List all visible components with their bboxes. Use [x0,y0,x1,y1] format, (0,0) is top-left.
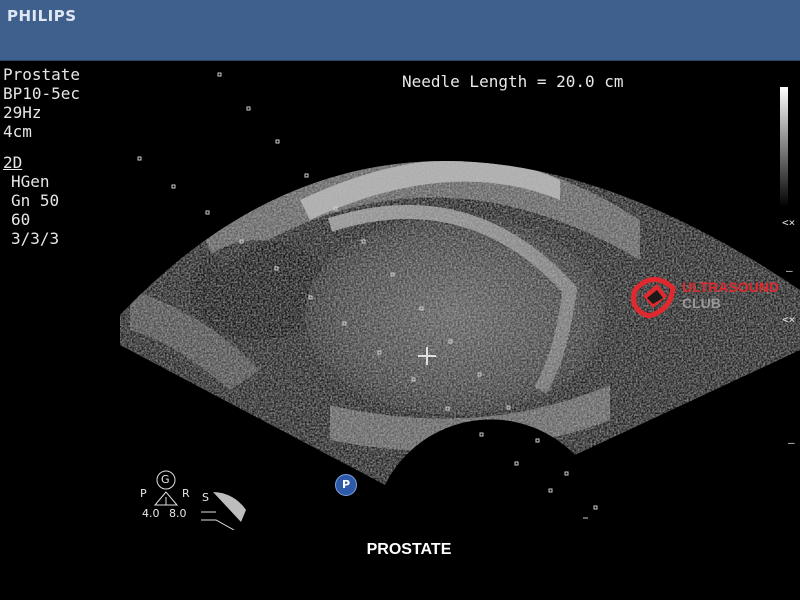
left-orientation-label: P [140,487,147,500]
ultrasound-club-logo-icon [631,277,676,319]
watermark-text: ULTRASOUND CLUB [682,279,779,311]
scale-label-1: 4.0 [142,507,160,520]
right-orientation-label: R [182,487,190,500]
depth-tick-icon: – [786,264,793,277]
watermark-line2: CLUB [682,295,721,311]
guide-label: G [161,473,170,486]
top-bar: PHILIPS [0,0,800,61]
brand-logo: PHILIPS [7,7,77,25]
image-caption: PROSTATE [366,541,452,558]
scale-label-2: 8.0 [169,507,187,520]
watermark-line1: ULTRASOUND [682,279,779,295]
orientation-indicator: G P R 4.0 8.0 S [138,470,253,530]
side-label: S [202,491,209,504]
probe-mark-icon: P [335,474,357,496]
grayscale-bar [780,87,788,207]
focus-marker-icon: <× [782,313,796,326]
focus-marker-icon: <× [782,216,796,229]
depth-tick-icon: – [788,436,795,449]
ultrasound-image [120,72,800,540]
